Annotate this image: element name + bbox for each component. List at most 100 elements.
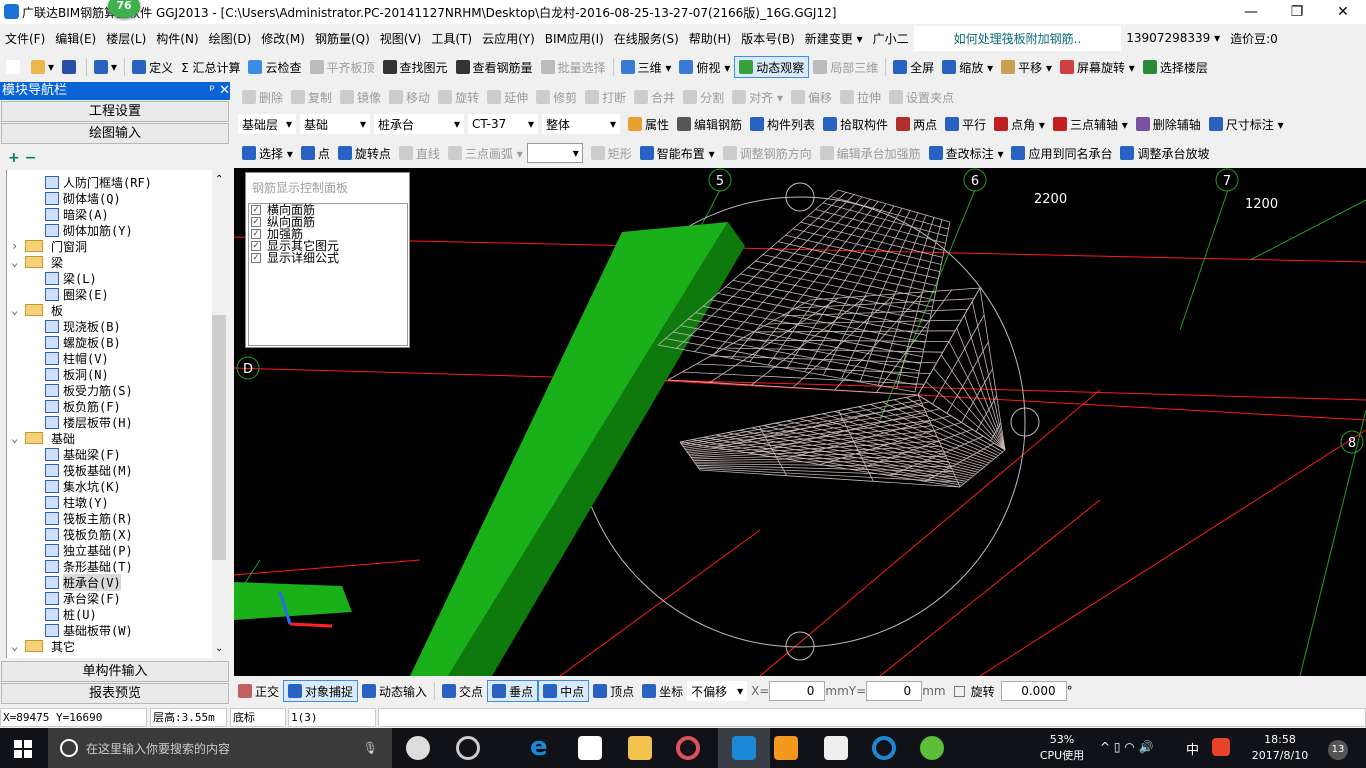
clock[interactable]: 18:58 2017/8/10 <box>1240 732 1320 764</box>
tree-item[interactable]: ⌄ 板 <box>11 302 63 318</box>
component-select[interactable]: 桩承台 ▾ <box>374 114 464 134</box>
component-select[interactable]: 整体 ▾ <box>542 114 620 134</box>
toolbar-button[interactable]: 平齐板顶 <box>306 56 379 78</box>
rotate-checkbox[interactable] <box>946 685 971 697</box>
snap-button[interactable]: 坐标 <box>638 680 687 702</box>
checkbox[interactable]: ✓ <box>251 217 261 227</box>
tree-item[interactable]: ⌄ 梁 <box>11 254 63 270</box>
collapse-all-icon[interactable]: − <box>25 150 37 166</box>
menu-item[interactable]: 如何处理筏板附加钢筋.. <box>913 25 1122 51</box>
checkbox[interactable]: ✓ <box>251 253 261 263</box>
active-app-tab[interactable] <box>718 728 770 768</box>
toolbar-button[interactable]: 编辑钢筋 <box>673 113 746 135</box>
rebar-option-checkbox[interactable]: ✓ 显示详细公式 <box>249 252 407 264</box>
ime-indicator[interactable]: 中 <box>1186 739 1199 758</box>
close-button[interactable]: ✕ <box>1320 0 1366 24</box>
store-icon[interactable] <box>578 736 602 760</box>
glodon-app-icon[interactable] <box>676 736 700 760</box>
menu-item[interactable]: 文件(F) <box>0 30 50 47</box>
edit-button[interactable]: 设置夹点 <box>885 86 958 108</box>
tree-item[interactable]: 桩承台(V) <box>45 573 121 591</box>
y-input[interactable]: 0 <box>866 681 923 701</box>
toolbar-button[interactable]: 云检查 <box>244 56 305 78</box>
component-select[interactable]: 基础 ▾ <box>300 114 370 134</box>
tree-item[interactable]: 条形基础(T) <box>45 558 133 574</box>
edit-button[interactable]: 拉伸 <box>836 86 885 108</box>
menu-item[interactable]: 钢筋量(Q) <box>310 30 375 47</box>
toolbar-button[interactable]: 删除辅轴 <box>1132 113 1205 135</box>
tree-item[interactable]: 筏板基础(M) <box>45 462 133 478</box>
taskbar-app-icon[interactable] <box>920 736 944 760</box>
menu-item[interactable]: 广小二 <box>868 30 914 47</box>
expander-icon[interactable]: ⌄ <box>11 255 25 269</box>
menu-item[interactable]: 楼层(L) <box>101 30 151 47</box>
toolbar-button[interactable]: 两点 <box>892 113 941 135</box>
tree-item[interactable]: ⌄ 其它 <box>11 638 75 654</box>
toolbar-button[interactable]: 屏幕旋转 ▾ <box>1056 56 1139 78</box>
draw-button[interactable]: 直线 <box>395 142 444 164</box>
edit-button[interactable]: 合并 <box>630 86 679 108</box>
nav-close-icon[interactable]: ✕ <box>219 83 230 98</box>
tree-item[interactable]: 筏板主筋(R) <box>45 510 133 526</box>
toolbar-button[interactable]: 局部三维 <box>809 56 882 78</box>
taskbar-app-icon[interactable] <box>774 736 798 760</box>
snap-button[interactable]: 交点 <box>438 680 487 702</box>
help-app-icon[interactable] <box>824 736 848 760</box>
menu-item[interactable]: BIM应用(I) <box>540 30 609 47</box>
edge-icon[interactable]: e <box>530 734 554 760</box>
menu-item[interactable]: 造价豆:0 <box>1225 30 1283 47</box>
offset-select[interactable]: 不偏移 ▾ <box>687 681 748 701</box>
draw-button[interactable]: 查改标注 ▾ <box>925 142 1008 164</box>
menu-item[interactable]: 编辑(E) <box>50 30 101 47</box>
tree-item[interactable]: 柱帽(V) <box>45 350 109 366</box>
draw-button[interactable]: 点 <box>297 142 334 164</box>
menu-item[interactable]: 在线服务(S) <box>609 30 684 47</box>
checkbox[interactable]: ✓ <box>251 241 261 251</box>
line-style-select[interactable]: ▾ <box>526 143 583 163</box>
start-button[interactable] <box>14 740 32 758</box>
project-settings-button[interactable]: 工程设置 <box>1 101 229 122</box>
draw-button[interactable]: 旋转点 <box>334 142 395 164</box>
search-box[interactable]: 在这里输入你要搜索的内容 🎙 <box>48 728 392 768</box>
component-select[interactable]: CT-37 ▾ <box>468 114 538 134</box>
tree-item[interactable]: 砌体加筋(Y) <box>45 222 133 238</box>
draw-button[interactable]: 智能布置 ▾ <box>636 142 719 164</box>
angle-input[interactable]: 0.000 <box>1000 681 1067 701</box>
toolbar-button[interactable]: 平行 <box>941 113 990 135</box>
edit-button[interactable]: 对齐 ▾ <box>728 86 787 108</box>
snap-button[interactable]: 中点 <box>538 680 590 702</box>
draw-button[interactable]: 编辑承台加强筋 <box>816 142 925 164</box>
taskbar-app-icon[interactable] <box>456 736 480 760</box>
tree-item[interactable]: 集水坑(K) <box>45 478 121 494</box>
toolbar-button[interactable]: 尺寸标注 ▾ <box>1205 113 1288 135</box>
toolbar-button[interactable] <box>58 56 83 78</box>
tree-item[interactable]: 柱墩(Y) <box>45 494 109 510</box>
toolbar-button[interactable]: 俯视 ▾ <box>675 56 734 78</box>
draw-button[interactable]: 三点画弧 ▾ <box>444 142 527 164</box>
tray-icons[interactable]: ^ ▯ ◠ 🔊 <box>1100 740 1154 754</box>
toolbar-button[interactable] <box>2 56 27 78</box>
tree-item[interactable]: 板受力筋(S) <box>45 382 133 398</box>
draw-button[interactable]: 选择 ▾ <box>238 142 297 164</box>
tree-item[interactable]: 筏板负筋(X) <box>45 526 133 542</box>
notification-center-icon[interactable]: 13 <box>1328 740 1348 760</box>
tree-item[interactable]: 板洞(N) <box>45 366 109 382</box>
snap-button[interactable]: 顶点 <box>589 680 638 702</box>
toolbar-button[interactable]: Σ 汇总计算 <box>177 56 244 78</box>
menu-item[interactable]: 云应用(Y) <box>477 30 540 47</box>
toolbar-button[interactable]: 动态观察 <box>734 56 810 78</box>
tree-item[interactable]: 基础梁(F) <box>45 446 121 462</box>
snap-button[interactable]: 动态输入 <box>358 680 431 702</box>
toolbar-button[interactable]: 缩放 ▾ <box>938 56 997 78</box>
toolbar-button[interactable]: 批量选择 <box>537 56 610 78</box>
tree-item[interactable]: 梁(L) <box>45 270 97 286</box>
edit-button[interactable]: 修剪 <box>532 86 581 108</box>
edit-button[interactable]: 旋转 <box>434 86 483 108</box>
taskbar-app-icon[interactable] <box>406 736 430 760</box>
tree-item[interactable]: 人防门框墙(RF) <box>45 174 152 190</box>
menu-item[interactable]: 视图(V) <box>375 30 427 47</box>
expander-icon[interactable]: ⌄ <box>11 639 25 653</box>
menu-item[interactable]: 新建变更 ▾ <box>800 30 868 47</box>
toolbar-button[interactable]: 选择楼层 <box>1139 56 1212 78</box>
glodon-app-icon[interactable] <box>872 736 896 760</box>
